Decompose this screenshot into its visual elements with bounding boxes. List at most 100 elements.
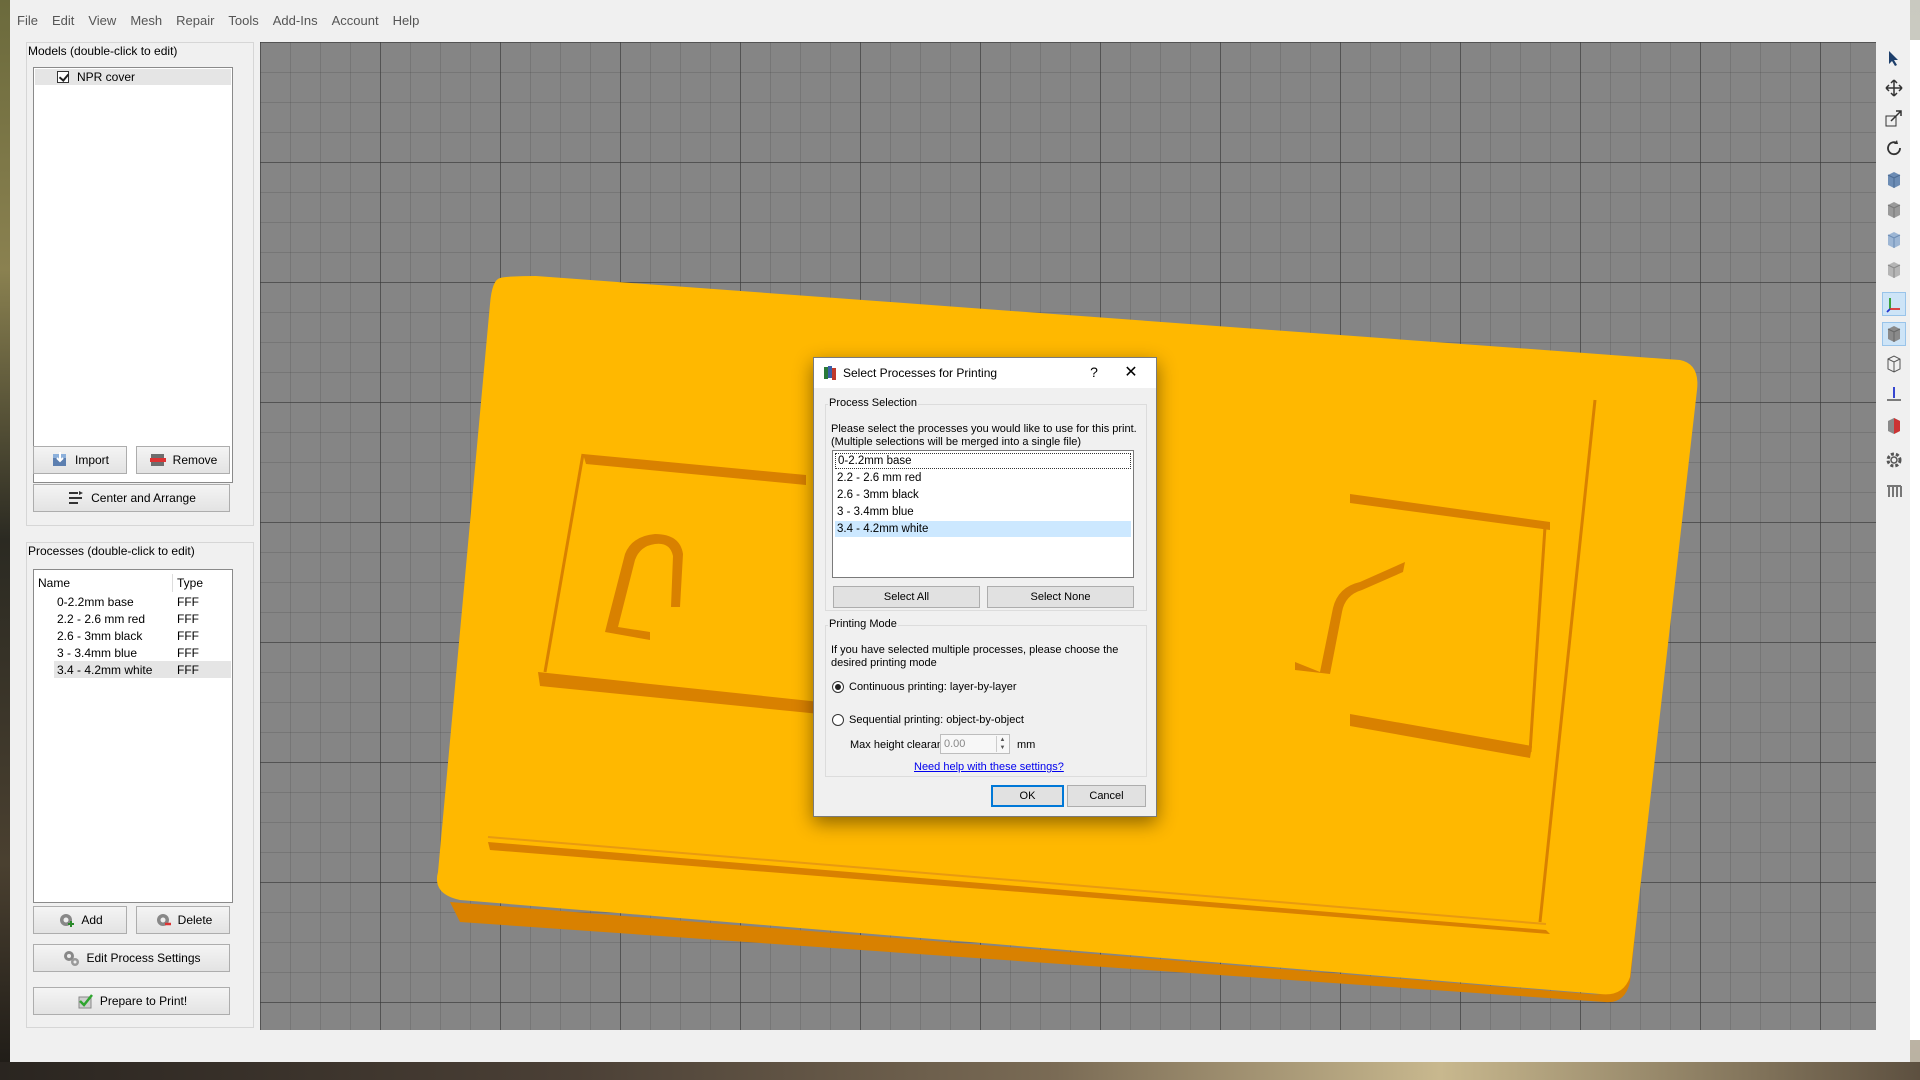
menu-view[interactable]: View [81,10,123,32]
table-row[interactable]: 2.2 - 2.6 mm red FFF [54,610,231,627]
menu-account[interactable]: Account [325,10,386,32]
spin-arrows-icon[interactable]: ▲ ▼ [996,736,1008,752]
menu-tools[interactable]: Tools [221,10,265,32]
table-row[interactable]: 3.4 - 4.2mm white FFF [54,661,231,678]
edit-process-settings-button[interactable]: Edit Process Settings [33,944,230,972]
prepare-to-print-button[interactable]: Prepare to Print! [33,987,230,1015]
models-list[interactable]: NPR cover [33,67,233,483]
process-selection-list[interactable]: 0-2.2mm base 2.2 - 2.6 mm red 2.6 - 3mm … [832,450,1134,578]
cube-right-icon [1887,262,1901,278]
cube-back-icon [1887,202,1901,218]
table-row[interactable]: 0-2.2mm base FFF [54,593,231,610]
delete-process-label: Delete [177,913,213,927]
delete-process-icon [154,911,172,929]
processes-table[interactable]: Name Type 0-2.2mm base FFF 2.2 - 2.6 mm … [33,569,233,903]
view-back-button[interactable] [1882,198,1906,222]
processes-table-header: Name Type [34,574,232,592]
list-item[interactable]: 3.4 - 4.2mm white [835,521,1131,537]
process-name: 3 - 3.4mm blue [57,646,138,660]
printing-mode-legend: Printing Mode [828,618,898,630]
add-process-label: Add [81,913,103,927]
build-volume-icon [1887,485,1902,497]
process-type: FFF [177,629,199,643]
center-and-arrange-button[interactable]: Center and Arrange [33,484,230,512]
solid-view-button[interactable] [1882,322,1906,346]
move-tool-button[interactable] [1882,76,1906,100]
menu-help[interactable]: Help [386,10,427,32]
show-axes-button[interactable] [1882,292,1906,316]
section-view-button[interactable] [1882,414,1906,438]
column-divider [172,574,173,592]
max-height-unit: mm [1017,739,1036,751]
menu-bar: File Edit View Mesh Repair Tools Add-Ins… [10,10,426,32]
model-visible-checkbox[interactable] [57,71,69,83]
remove-button[interactable]: Remove [136,446,230,474]
dialog-title-bar[interactable]: Select Processes for Printing ? ✕ [814,358,1156,388]
scale-icon [1885,110,1902,127]
max-height-clearance-label: Max height clearance [850,739,955,751]
desktop-background-bottom [0,1062,1920,1080]
column-header-name[interactable]: Name [38,576,70,590]
select-tool-button[interactable] [1882,46,1906,70]
prepare-to-print-label: Prepare to Print! [99,994,188,1008]
table-row[interactable]: 2.6 - 3mm black FFF [54,627,231,644]
process-name: 2.2 - 2.6 mm red [57,612,146,626]
list-item[interactable]: NPR cover [35,69,231,85]
sequential-printing-radio[interactable] [832,714,844,726]
import-label: Import [74,453,109,467]
models-panel-title: Models (double-click to edit) [28,44,178,58]
process-name: 2.6 - 3mm black [57,629,143,643]
process-selection-instructions: Please select the processes you would li… [831,423,1145,449]
cancel-button[interactable]: Cancel [1067,785,1146,807]
cube-left-icon [1887,232,1901,248]
menu-file[interactable]: File [10,10,45,32]
delete-process-button[interactable]: Delete [136,906,230,934]
help-settings-link[interactable]: Need help with these settings? [914,761,1064,774]
solid-cube-icon [1887,326,1901,342]
max-height-clearance-input[interactable]: 0.00 ▲ ▼ [940,734,1010,754]
select-all-button[interactable]: Select All [833,586,980,608]
table-row[interactable]: 3 - 3.4mm blue FFF [54,644,231,661]
rotate-tool-button[interactable] [1882,136,1906,160]
list-item[interactable]: 3 - 3.4mm blue [835,504,1131,520]
dialog-close-button[interactable]: ✕ [1120,362,1142,384]
continuous-printing-label[interactable]: Continuous printing: layer-by-layer [849,681,1017,694]
dialog-title: Select Processes for Printing [843,366,998,380]
continuous-printing-radio[interactable] [832,681,844,693]
list-item[interactable]: 2.6 - 3mm black [835,487,1131,503]
printing-mode-instructions: If you have selected multiple processes,… [831,644,1145,670]
dialog-help-button[interactable]: ? [1086,364,1102,382]
import-button[interactable]: Import [33,446,127,474]
normals-icon [1887,387,1901,401]
list-item[interactable]: 0-2.2mm base [835,453,1131,469]
select-none-button[interactable]: Select None [987,586,1134,608]
wireframe-cube-icon [1887,355,1901,373]
menu-mesh[interactable]: Mesh [123,10,169,32]
process-selection-group: Process Selection Please select the proc… [825,397,1147,611]
section-cube-icon [1888,418,1900,434]
menu-repair[interactable]: Repair [169,10,221,32]
wireframe-view-button[interactable] [1882,352,1906,376]
sequential-printing-label[interactable]: Sequential printing: object-by-object [849,714,1024,727]
mode-line-2: desired printing mode [831,657,937,669]
cube-front-icon [1887,172,1901,188]
view-right-button[interactable] [1882,258,1906,282]
add-process-button[interactable]: Add [33,906,127,934]
menu-add-ins[interactable]: Add-Ins [266,10,325,32]
ok-button[interactable]: OK [991,785,1064,807]
view-front-button[interactable] [1882,168,1906,192]
settings-button[interactable] [1882,448,1906,472]
rotate-icon [1887,140,1901,156]
scale-tool-button[interactable] [1882,106,1906,130]
menu-edit[interactable]: Edit [45,10,81,32]
column-header-type[interactable]: Type [177,576,203,590]
process-type: FFF [177,595,199,609]
view-left-button[interactable] [1882,228,1906,252]
list-item[interactable]: 2.2 - 2.6 mm red [835,470,1131,486]
build-volume-button[interactable] [1882,478,1906,502]
desktop-background [0,0,10,1080]
instruction-line-1: Please select the processes you would li… [831,423,1137,435]
processes-panel-title: Processes (double-click to edit) [28,544,195,558]
normals-view-button[interactable] [1882,382,1906,406]
remove-label: Remove [172,453,218,467]
